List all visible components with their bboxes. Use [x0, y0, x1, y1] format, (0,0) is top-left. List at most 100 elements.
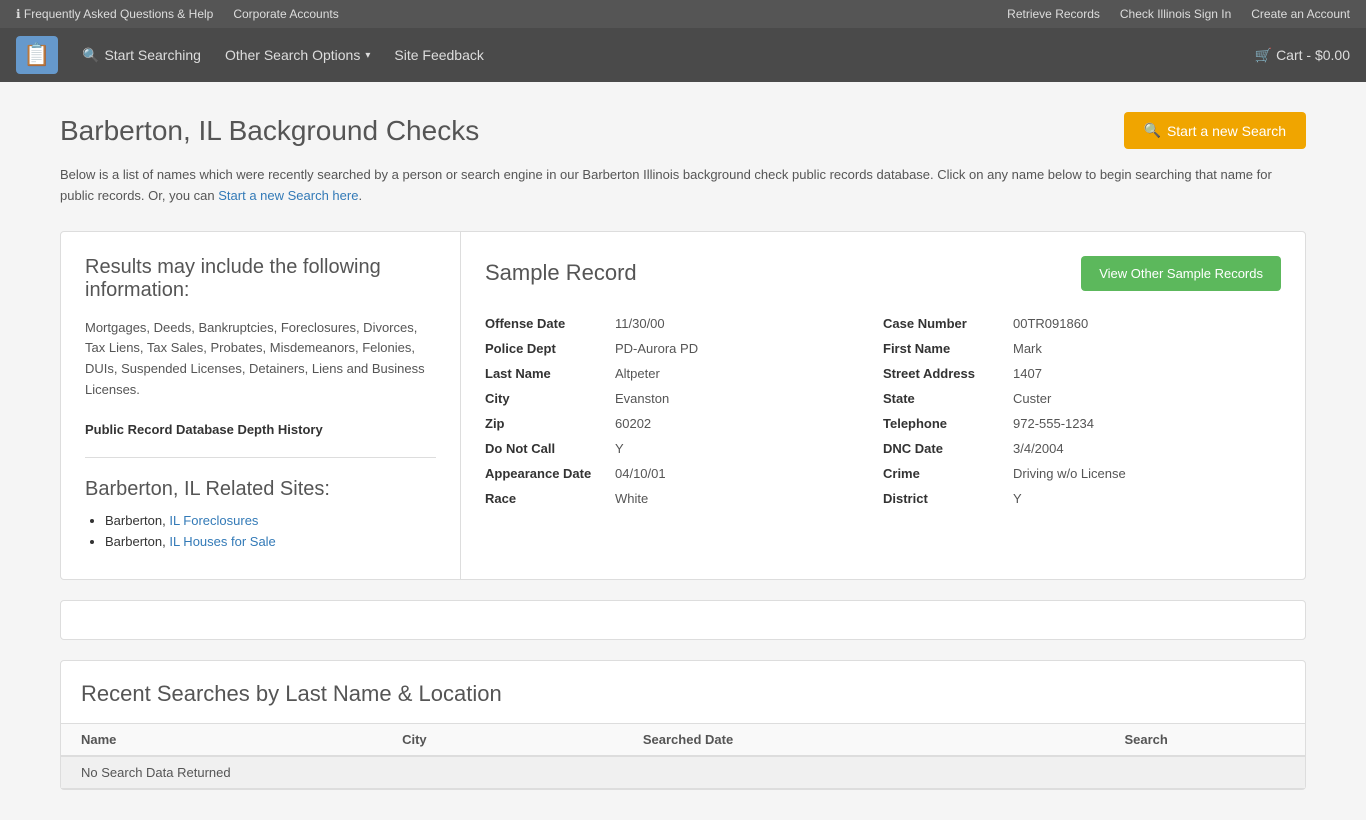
recent-searches-title: Recent Searches by Last Name & Location [61, 661, 1305, 723]
label-dnc-date: DNC Date [883, 441, 1003, 456]
value-dnc-date: 3/4/2004 [1013, 441, 1064, 456]
label-first-name: First Name [883, 341, 1003, 356]
field-do-not-call: Do Not Call Y [485, 436, 883, 461]
no-data-label: No Search Data Returned [81, 765, 231, 780]
label-offense-date: Offense Date [485, 316, 605, 331]
field-street-address: Street Address 1407 [883, 361, 1281, 386]
list-item: Barberton, IL Foreclosures [105, 513, 436, 528]
label-zip: Zip [485, 416, 605, 431]
field-offense-date: Offense Date 11/30/00 [485, 311, 883, 336]
label-do-not-call: Do Not Call [485, 441, 605, 456]
nav-left: 📋 🔍 Start Searching Other Search Options… [16, 36, 484, 74]
site-feedback-label: Site Feedback [394, 47, 484, 63]
main-panel: Results may include the following inform… [60, 231, 1306, 580]
record-fields-left: Offense Date 11/30/00 Police Dept PD-Aur… [485, 311, 883, 511]
corporate-accounts-link[interactable]: Corporate Accounts [233, 7, 338, 21]
view-sample-records-button[interactable]: View Other Sample Records [1081, 256, 1281, 291]
search-icon: 🔍 [82, 47, 99, 64]
start-searching-label: Start Searching [104, 47, 201, 63]
label-race: Race [485, 491, 605, 506]
label-police-dept: Police Dept [485, 341, 605, 356]
field-crime: Crime Driving w/o License [883, 461, 1281, 486]
start-new-search-link[interactable]: Start a new Search here [218, 188, 358, 203]
description-text: Below is a list of names which were rece… [60, 165, 1306, 207]
recent-searches-section: Recent Searches by Last Name & Location … [60, 660, 1306, 790]
label-crime: Crime [883, 466, 1003, 481]
field-first-name: First Name Mark [883, 336, 1281, 361]
list-item: Barberton, IL Houses for Sale [105, 534, 436, 549]
value-offense-date: 11/30/00 [615, 316, 665, 331]
record-fields-right: Case Number 00TR091860 First Name Mark S… [883, 311, 1281, 511]
label-appearance-date: Appearance Date [485, 466, 605, 481]
label-telephone: Telephone [883, 416, 1003, 431]
page-title: Barberton, IL Background Checks [60, 115, 479, 147]
houses-link[interactable]: IL Houses for Sale [169, 534, 275, 549]
top-bar-left: ℹ Frequently Asked Questions & Help Corp… [16, 7, 339, 21]
field-zip: Zip 60202 [485, 411, 883, 436]
cart-area: 🛒 Cart - $0.00 [1255, 47, 1350, 64]
results-text: Mortgages, Deeds, Bankruptcies, Foreclos… [85, 318, 436, 401]
col-searched-date: Searched Date [643, 732, 1125, 747]
value-city: Evanston [615, 391, 669, 406]
nav-bar: 📋 🔍 Start Searching Other Search Options… [0, 28, 1366, 82]
col-name: Name [81, 732, 402, 747]
value-crime: Driving w/o License [1013, 466, 1126, 481]
start-searching-link[interactable]: 🔍 Start Searching [82, 47, 201, 64]
other-search-options-link[interactable]: Other Search Options ▾ [225, 47, 370, 63]
field-appearance-date: Appearance Date 04/10/01 [485, 461, 883, 486]
sample-record-header: Sample Record View Other Sample Records [485, 256, 1281, 291]
right-panel: Sample Record View Other Sample Records … [461, 232, 1305, 579]
label-state: State [883, 391, 1003, 406]
sample-record-title: Sample Record [485, 260, 637, 286]
value-first-name: Mark [1013, 341, 1042, 356]
search-icon: 🔍 [1144, 122, 1161, 139]
label-street-address: Street Address [883, 366, 1003, 381]
results-heading: Results may include the following inform… [85, 256, 436, 302]
retrieve-records-link[interactable]: Retrieve Records [1007, 7, 1100, 21]
cart-label: Cart - $0.00 [1276, 47, 1350, 63]
value-state: Custer [1013, 391, 1051, 406]
value-telephone: 972-555-1234 [1013, 416, 1094, 431]
value-do-not-call: Y [615, 441, 624, 456]
field-case-number: Case Number 00TR091860 [883, 311, 1281, 336]
cart-icon: 🛒 [1255, 47, 1272, 63]
value-street-address: 1407 [1013, 366, 1042, 381]
check-illinois-signin-link[interactable]: Check Illinois Sign In [1120, 7, 1231, 21]
label-district: District [883, 491, 1003, 506]
left-panel: Results may include the following inform… [61, 232, 461, 579]
site-logo[interactable]: 📋 [16, 36, 58, 74]
field-last-name: Last Name Altpeter [485, 361, 883, 386]
label-city: City [485, 391, 605, 406]
field-telephone: Telephone 972-555-1234 [883, 411, 1281, 436]
label-case-number: Case Number [883, 316, 1003, 331]
value-race: White [615, 491, 648, 506]
value-zip: 60202 [615, 416, 651, 431]
value-appearance-date: 04/10/01 [615, 466, 666, 481]
col-city: City [402, 732, 643, 747]
value-police-dept: PD-Aurora PD [615, 341, 698, 356]
logo-icon: 📋 [23, 42, 50, 68]
value-last-name: Altpeter [615, 366, 660, 381]
col-search: Search [1124, 732, 1285, 747]
related-sites-heading: Barberton, IL Related Sites: [85, 478, 436, 501]
top-bar-right: Retrieve Records Check Illinois Sign In … [1007, 7, 1350, 21]
field-district: District Y [883, 486, 1281, 511]
table-header: Name City Searched Date Search [61, 723, 1305, 757]
faq-link[interactable]: ℹ Frequently Asked Questions & Help [16, 7, 213, 21]
field-police-dept: Police Dept PD-Aurora PD [485, 336, 883, 361]
new-search-button[interactable]: 🔍 Start a new Search [1124, 112, 1307, 149]
value-case-number: 00TR091860 [1013, 316, 1088, 331]
other-search-label: Other Search Options [225, 47, 360, 63]
foreclosures-link[interactable]: IL Foreclosures [169, 513, 258, 528]
field-city: City Evanston [485, 386, 883, 411]
page-title-area: Barberton, IL Background Checks 🔍 Start … [60, 112, 1306, 149]
record-grid: Offense Date 11/30/00 Police Dept PD-Aur… [485, 311, 1281, 511]
field-state: State Custer [883, 386, 1281, 411]
depth-history-link[interactable]: Public Record Database Depth History [85, 422, 323, 437]
related-sites-list: Barberton, IL Foreclosures Barberton, IL… [85, 513, 436, 549]
site-feedback-link[interactable]: Site Feedback [394, 47, 484, 63]
chevron-down-icon: ▾ [365, 50, 370, 61]
label-last-name: Last Name [485, 366, 605, 381]
main-content: Barberton, IL Background Checks 🔍 Start … [0, 82, 1366, 820]
create-account-link[interactable]: Create an Account [1251, 7, 1350, 21]
